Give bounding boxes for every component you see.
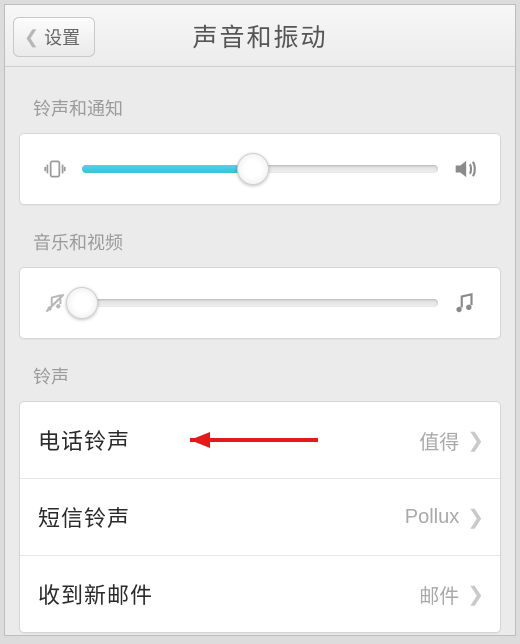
row-value: Pollux <box>405 506 459 529</box>
chevron-left-icon: ❮ <box>24 27 39 48</box>
chevron-right-icon: ❯ <box>467 428 484 453</box>
back-label: 设置 <box>44 24 80 50</box>
section-label-ringtone: 铃声和通知 <box>5 85 515 133</box>
section-label-music: 音乐和视频 <box>5 219 515 267</box>
ringtone-volume-slider[interactable] <box>82 155 438 183</box>
back-button[interactable]: ❮ 设置 <box>13 17 95 57</box>
chevron-right-icon: ❯ <box>467 582 484 607</box>
row-label: 短信铃声 <box>38 501 405 533</box>
row-sms-ringtone[interactable]: 短信铃声 Pollux ❯ <box>20 479 500 556</box>
row-value: 值得 <box>419 426 459 455</box>
header: ❮ 设置 声音和振动 <box>5 5 515 67</box>
speaker-icon <box>448 155 482 183</box>
section-label-ringtones: 铃声 <box>5 353 515 401</box>
row-phone-ringtone[interactable]: 电话铃声 值得 ❯ <box>20 402 500 479</box>
page-title: 声音和振动 <box>192 18 327 54</box>
music-note-icon <box>448 290 482 316</box>
row-label: 电话铃声 <box>38 424 419 456</box>
ringtone-list: 电话铃声 值得 ❯ 短信铃声 Pollux ❯ 收到新邮件 邮件 ❯ <box>19 401 501 633</box>
row-label: 收到新邮件 <box>38 578 419 610</box>
row-mail-ringtone[interactable]: 收到新邮件 邮件 ❯ <box>20 556 500 632</box>
music-volume-card <box>19 267 501 339</box>
ringtone-volume-card <box>19 133 501 205</box>
row-value: 邮件 <box>419 580 459 609</box>
music-volume-slider[interactable] <box>82 289 438 317</box>
chevron-right-icon: ❯ <box>467 505 484 530</box>
vibrate-icon <box>38 156 72 182</box>
